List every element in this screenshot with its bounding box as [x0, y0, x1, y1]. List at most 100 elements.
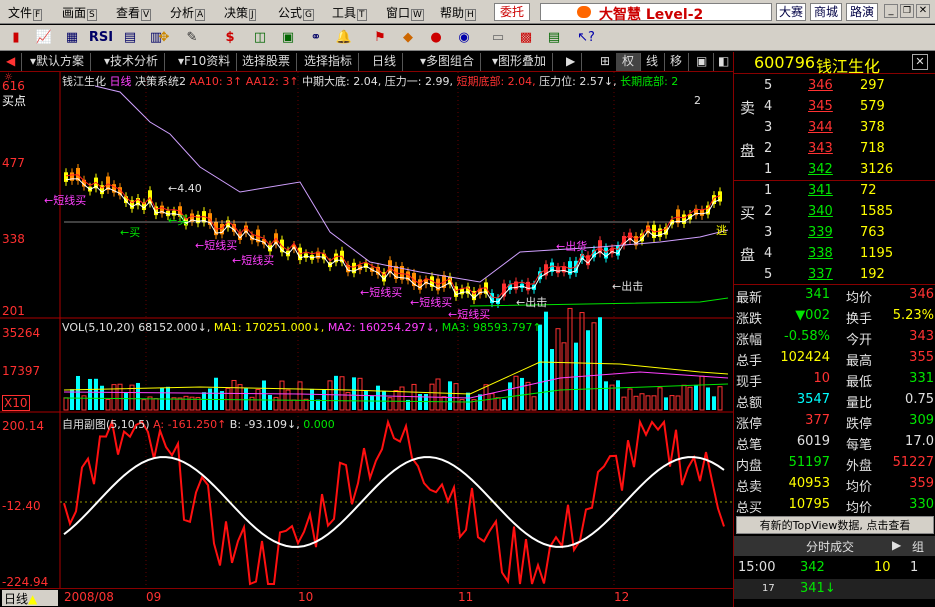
menu-analysis[interactable]: 分析 A	[170, 4, 206, 21]
date-tick: 09	[146, 590, 162, 604]
binoculars-icon[interactable]: ⚭	[306, 28, 326, 48]
stat-row[interactable]: 现手 10 最低 331	[734, 369, 935, 390]
rsi-icon[interactable]: RSI	[88, 28, 114, 48]
line-chart-icon[interactable]: 📈	[34, 28, 54, 48]
tab-expand-icon[interactable]: ▶	[560, 53, 583, 71]
volume-bar	[561, 342, 567, 411]
move-icon[interactable]: ✥	[154, 28, 174, 48]
doc-icon[interactable]: ▤	[544, 28, 564, 48]
volume-bar	[171, 397, 177, 411]
table-icon[interactable]: ▤	[120, 28, 140, 48]
minimize-button[interactable]: _	[884, 4, 898, 18]
window-icon[interactable]: ▣	[690, 53, 715, 71]
tab-f10[interactable]: ▾F10资料	[172, 53, 238, 71]
note-icon[interactable]: ▭	[488, 28, 508, 48]
diamond-icon[interactable]: ◆	[398, 28, 418, 48]
menu-screen[interactable]: 画面 S	[62, 4, 97, 21]
chart-area[interactable]: 616 477 338 201 ☼ 买点 钱江生化 日线 决策系统2 AA10:…	[0, 72, 733, 607]
alert-icon[interactable]: 🔔	[334, 28, 354, 48]
menu-view[interactable]: 查看 V	[116, 4, 152, 21]
tab-move[interactable]: 移	[664, 53, 690, 71]
sell-row[interactable]: 1 342 3126	[734, 160, 935, 180]
mall-button[interactable]: 商城	[810, 3, 842, 21]
stat-row[interactable]: 总卖 40953 均价 359	[734, 474, 935, 495]
close-panel-icon[interactable]: ✕	[912, 54, 928, 70]
volume-bar	[591, 322, 597, 411]
attack-mark: ←出击	[516, 296, 548, 309]
menu-file[interactable]: 文件 F	[8, 4, 43, 21]
entrust-button[interactable]: 委托	[494, 3, 530, 21]
short-buy-mark: ←短线买	[195, 239, 238, 252]
tab-multi[interactable]: ▾多图组合	[414, 53, 482, 71]
buy-row[interactable]: 3 339 763	[734, 223, 935, 243]
menu-window[interactable]: 窗口 W	[386, 4, 424, 21]
stat-row[interactable]: 内盘 51197 外盘 51227	[734, 453, 935, 474]
menu-tools[interactable]: 工具 T	[332, 4, 367, 21]
buy-row[interactable]: 1 341 72	[734, 181, 935, 201]
sell-row[interactable]: 3 344 378	[734, 118, 935, 138]
help-icon[interactable]: ↖?	[576, 28, 596, 48]
tab-select-indicator[interactable]: 选择指标	[298, 53, 360, 71]
flag-icon[interactable]: ⚑	[370, 28, 390, 48]
ball-icon[interactable]: ●	[426, 28, 446, 48]
tab-line[interactable]: 线	[640, 53, 666, 71]
stat-row[interactable]: 总买 10795 均价 330	[734, 495, 935, 516]
topview-button[interactable]: 有新的TopView数据, 点击查看	[736, 516, 934, 534]
tab-technical[interactable]: ▾技术分析	[98, 53, 166, 71]
volume-bar	[448, 381, 452, 410]
volume-bar	[616, 380, 620, 410]
trades-group-tab[interactable]: 组	[912, 538, 924, 555]
volume-bar	[387, 397, 393, 411]
sell-row[interactable]: 4 345 579	[734, 97, 935, 117]
book-icon[interactable]: ▣	[278, 28, 298, 48]
tab-default-scheme[interactable]: ▾默认方案	[24, 53, 92, 71]
volume-bar	[105, 399, 111, 411]
menu-formula[interactable]: 公式 G	[278, 4, 314, 21]
chart-canvas	[0, 72, 733, 588]
crosshair-icon[interactable]: ⊞	[594, 53, 618, 71]
grid-icon[interactable]: ▦	[62, 28, 82, 48]
trades-expand-icon[interactable]: ▶	[892, 538, 901, 552]
stat-row[interactable]: 总额 3547 量比 0.75	[734, 390, 935, 411]
candlestick-icon[interactable]: ▮	[6, 28, 26, 48]
tab-select-stock[interactable]: 选择股票	[236, 53, 298, 71]
stat-row[interactable]: 涨幅 -0.58% 今开 343	[734, 327, 935, 348]
dollar-icon[interactable]: $	[220, 28, 240, 48]
contest-button[interactable]: 大赛	[776, 3, 806, 21]
volume-bar	[567, 307, 573, 411]
globe-icon[interactable]: ◉	[454, 28, 474, 48]
pen-icon[interactable]: ✎	[182, 28, 202, 48]
menu-help[interactable]: 帮助 H	[440, 4, 476, 21]
stat-row[interactable]: 最新 341 均价 346	[734, 285, 935, 306]
date-tick: 11	[458, 590, 474, 604]
stat-row[interactable]: 总笔 6019 每笔 17.0	[734, 432, 935, 453]
volume-bar	[604, 381, 608, 410]
period-tab[interactable]: 日线▲	[2, 590, 58, 606]
volume-bar	[231, 379, 237, 411]
tab-overlay[interactable]: ▾图形叠加	[486, 53, 554, 71]
volume-bar	[687, 386, 693, 411]
close-button[interactable]: ✕	[916, 4, 930, 18]
stat-row[interactable]: 涨停 377 跌停 309	[734, 411, 935, 432]
tab-daily[interactable]: 日线	[366, 53, 404, 71]
buy-point-label: 买点	[2, 94, 27, 108]
volume-bar	[268, 394, 272, 410]
price-tick: 201	[2, 304, 25, 318]
sell-row[interactable]: 2 343 718	[734, 139, 935, 159]
map-icon[interactable]: ◫	[250, 28, 270, 48]
buy-row[interactable]: 2 340 1585	[734, 202, 935, 222]
volume-bar	[627, 388, 633, 411]
stat-row[interactable]: 总手 102424 最高 355	[734, 348, 935, 369]
tab-right[interactable]: 权	[616, 53, 642, 71]
stat-row[interactable]: 涨跌 ▼002 换手 5.23%	[734, 306, 935, 327]
restore-button[interactable]: ❐	[900, 4, 914, 18]
news-icon[interactable]: ▩	[516, 28, 536, 48]
menu-decision[interactable]: 决策 J	[224, 4, 256, 21]
buy-row[interactable]: 4 338 1195	[734, 244, 935, 264]
buy-row[interactable]: 5 337 192	[734, 265, 935, 285]
volume-bar	[237, 384, 243, 411]
scroll-left-icon[interactable]: ◀	[0, 53, 22, 71]
roadshow-button[interactable]: 路演	[846, 3, 878, 21]
sell-row[interactable]: 5 346 297	[734, 76, 935, 96]
brand-banner: 大智慧 Level-2	[540, 3, 772, 23]
